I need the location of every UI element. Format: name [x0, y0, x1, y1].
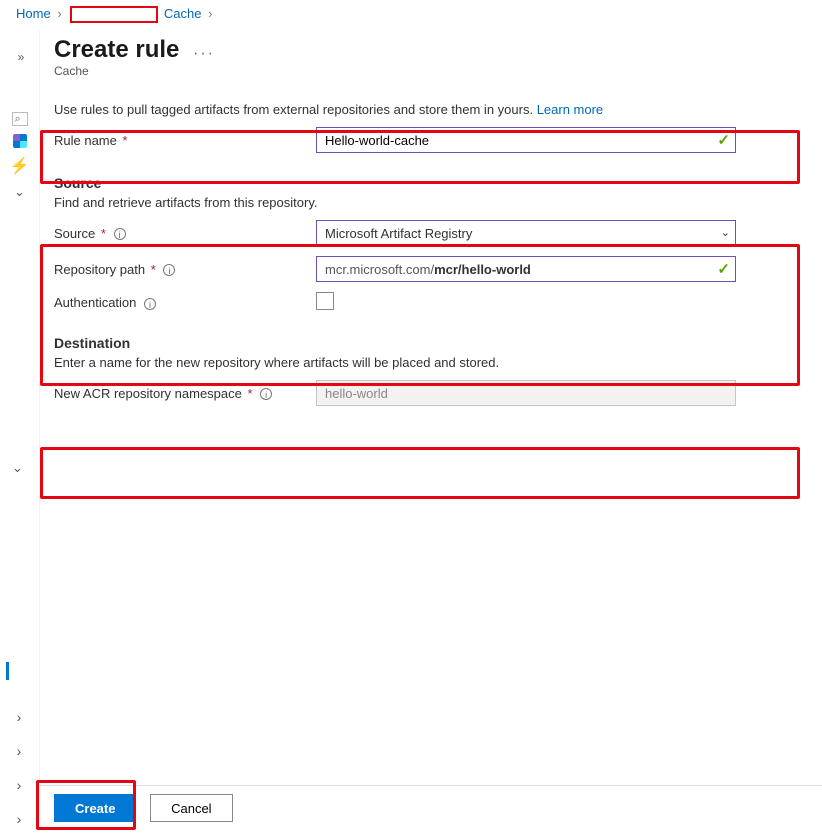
source-section-title: Source	[54, 175, 806, 191]
repo-path-label: Repository path	[54, 262, 145, 277]
chevron-right-icon[interactable]: ›	[0, 734, 38, 768]
expand-rail-icon[interactable]: »	[0, 50, 39, 64]
info-icon[interactable]: i	[163, 264, 175, 276]
create-button[interactable]: Create	[54, 794, 136, 822]
breadcrumb-redacted	[70, 6, 158, 23]
page-title: Create rule	[54, 36, 179, 64]
intro-text: Use rules to pull tagged artifacts from …	[54, 102, 806, 117]
info-icon[interactable]: i	[144, 298, 156, 310]
repo-path-input[interactable]: mcr.microsoft.com/mcr/hello-world	[316, 256, 736, 282]
lightning-icon[interactable]: ⚡	[10, 156, 30, 176]
rule-name-row: Rule name * ✓	[54, 127, 806, 153]
chevron-right-icon[interactable]: ›	[0, 768, 38, 802]
source-label: Source	[54, 226, 95, 241]
source-value: Microsoft Artifact Registry	[325, 226, 472, 241]
dest-section-title: Destination	[54, 335, 806, 351]
page-subtitle: Cache	[54, 64, 806, 78]
left-rail: » ⌕ ⚡ ⌄ ⌄ › › › ›	[0, 30, 40, 830]
checkmark-icon: ✓	[717, 260, 730, 278]
namespace-input	[316, 380, 736, 406]
source-row: Source * i Microsoft Artifact Registry ⌄	[54, 220, 806, 246]
chevron-right-icon[interactable]: ›	[0, 700, 38, 734]
required-star: *	[247, 386, 252, 401]
required-star: *	[101, 226, 106, 241]
more-icon[interactable]: ···	[193, 45, 215, 62]
cancel-button[interactable]: Cancel	[150, 794, 232, 822]
repo-path-value: mcr/hello-world	[434, 262, 531, 277]
breadcrumb-home[interactable]: Home	[16, 6, 51, 21]
repo-path-row: Repository path * i mcr.microsoft.com/mc…	[54, 256, 806, 282]
create-rule-panel: Create rule ··· Cache Use rules to pull …	[40, 26, 822, 831]
app-icon[interactable]	[13, 134, 27, 148]
source-select[interactable]: Microsoft Artifact Registry	[316, 220, 736, 246]
checkmark-icon: ✓	[717, 131, 730, 149]
rule-name-input[interactable]	[316, 127, 736, 153]
auth-row: Authentication i	[54, 292, 806, 313]
chevron-down-icon[interactable]: ⌄	[12, 460, 23, 475]
dest-section-desc: Enter a name for the new repository wher…	[54, 355, 806, 370]
namespace-label: New ACR repository namespace	[54, 386, 242, 401]
info-icon[interactable]: i	[260, 388, 272, 400]
required-star: *	[123, 133, 128, 148]
intro-text-content: Use rules to pull tagged artifacts from …	[54, 102, 533, 117]
chevron-right-icon: ›	[205, 6, 215, 21]
source-section-desc: Find and retrieve artifacts from this re…	[54, 195, 806, 210]
breadcrumb-cache[interactable]: Cache	[164, 6, 202, 21]
repo-path-prefix: mcr.microsoft.com/	[325, 262, 434, 277]
learn-more-link[interactable]: Learn more	[537, 102, 603, 117]
search-icon[interactable]: ⌕	[12, 112, 28, 126]
chevron-down-icon[interactable]: ⌄	[14, 184, 25, 200]
auth-checkbox[interactable]	[316, 292, 334, 310]
auth-label: Authentication	[54, 295, 136, 310]
panel-footer: Create Cancel	[40, 785, 822, 831]
info-icon[interactable]: i	[114, 228, 126, 240]
breadcrumb: Home › Cache ›	[0, 0, 822, 27]
namespace-row: New ACR repository namespace * i	[54, 380, 806, 406]
required-star: *	[151, 262, 156, 277]
chevron-right-icon: ›	[54, 6, 64, 21]
highlight-box	[40, 447, 800, 499]
chevron-down-icon: ⌄	[721, 226, 730, 239]
rule-name-label: Rule name	[54, 133, 117, 148]
active-indicator	[6, 662, 9, 680]
